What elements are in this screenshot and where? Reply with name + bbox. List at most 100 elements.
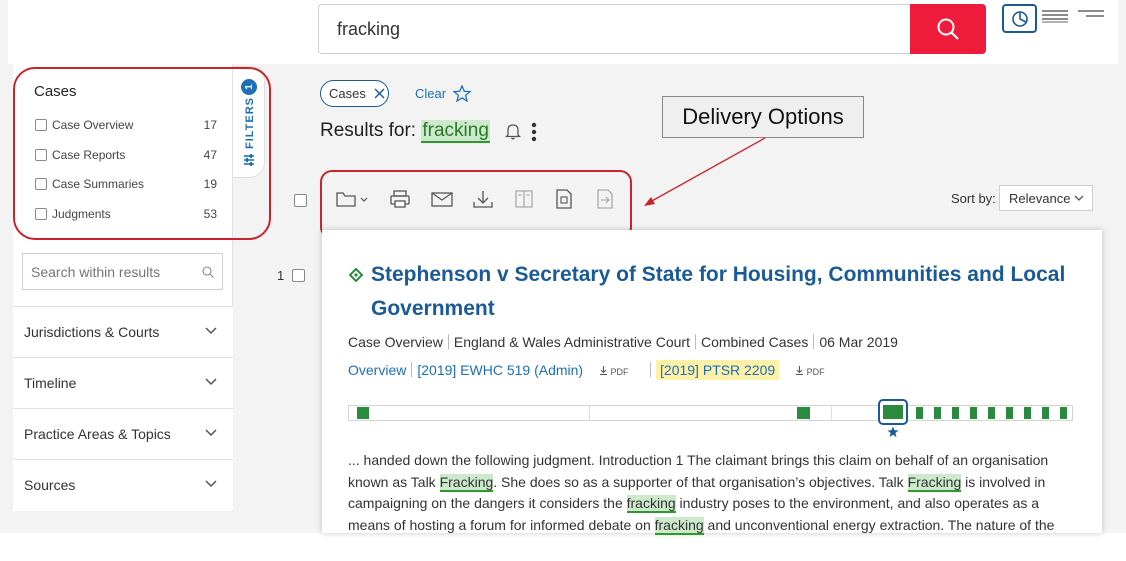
- search-term-highlight: Fracking: [907, 473, 962, 492]
- clear-filters-link[interactable]: Clear: [415, 86, 446, 101]
- cases-facet-title: Cases: [34, 83, 77, 100]
- search-within-field[interactable]: [22, 253, 223, 290]
- search-term-highlight: fracking: [626, 495, 676, 513]
- facet-judgments[interactable]: Judgments 53: [35, 206, 225, 224]
- delivery-toolbar: [333, 184, 623, 214]
- chevron-down-icon: [205, 378, 217, 386]
- search-input[interactable]: [319, 5, 911, 53]
- facet-label: Case Overview: [52, 118, 134, 132]
- timeline-hit[interactable]: [1060, 407, 1067, 419]
- cases-facet-panel: Cases Case Overview 17 Case Reports 47 C…: [13, 64, 233, 239]
- chevron-down-icon: [205, 429, 217, 437]
- facet-label: Case Summaries: [52, 177, 145, 191]
- case-overview-icon: [349, 268, 363, 282]
- facet-case-reports[interactable]: Case Reports 47: [35, 147, 225, 165]
- results-prefix: Results for:: [320, 120, 417, 141]
- filters-count-badge: 1: [241, 79, 257, 95]
- page-scan-icon: [556, 189, 572, 209]
- pdf-label: PDF: [806, 367, 825, 377]
- facet-checkbox[interactable]: [35, 119, 47, 131]
- filter-sidebar: Cases Case Overview 17 Case Reports 47 C…: [13, 64, 265, 511]
- results-term: fracking: [421, 120, 490, 143]
- citation-link-ptsr[interactable]: [2019] PTSR 2209: [656, 360, 780, 380]
- accordion-timeline[interactable]: Timeline: [13, 357, 233, 408]
- accordion-jurisdictions-courts[interactable]: Jurisdictions & Courts: [13, 306, 233, 357]
- page-scan-button[interactable]: [549, 184, 579, 214]
- facet-case-overview[interactable]: Case Overview 17: [35, 117, 225, 135]
- filters-toggle-tab[interactable]: 1 FILTERS: [233, 66, 265, 178]
- accordion-label: Jurisdictions & Courts: [24, 324, 160, 340]
- filter-chip-cases[interactable]: Cases: [320, 80, 389, 107]
- star-icon[interactable]: [453, 85, 471, 102]
- result-title-link[interactable]: Stephenson v Secretary of State for Hous…: [371, 258, 1071, 326]
- facet-checkbox[interactable]: [35, 178, 47, 190]
- chevron-down-icon: [205, 480, 217, 488]
- accordion-sources[interactable]: Sources: [13, 459, 233, 510]
- facet-count: 17: [203, 118, 217, 132]
- timeline-hit[interactable]: [934, 407, 941, 419]
- search-term-highlight: fracking: [654, 516, 704, 535]
- search-icon: [937, 18, 959, 40]
- more-options-icon[interactable]: [531, 122, 537, 142]
- meta-date: 06 Mar 2019: [819, 334, 898, 350]
- download-icon: [473, 191, 493, 208]
- result-snippet: ... handed down the following judgment. …: [348, 450, 1073, 536]
- meta-doc-type: Case Overview: [348, 334, 443, 350]
- citation-link-ewhc[interactable]: [2019] EWHC 519 (Admin): [417, 362, 583, 378]
- search-field[interactable]: [318, 4, 912, 54]
- sliders-icon: [244, 154, 254, 166]
- menu-icon[interactable]: [1042, 9, 1108, 23]
- meta-court: England & Wales Administrative Court: [453, 334, 690, 350]
- timeline-hit[interactable]: [357, 407, 369, 419]
- star-icon: [887, 426, 899, 437]
- accordion-practice-areas-topics[interactable]: Practice Areas & Topics: [13, 408, 233, 459]
- timeline-hit[interactable]: [952, 407, 959, 419]
- download-icon: [599, 366, 607, 375]
- timeline-hit[interactable]: [797, 407, 810, 419]
- email-icon: [431, 192, 453, 207]
- facet-checkbox[interactable]: [35, 208, 47, 220]
- sort-select[interactable]: Relevance: [999, 185, 1093, 211]
- pdf-label: PDF: [610, 367, 629, 377]
- email-button[interactable]: [427, 184, 457, 214]
- search-icon[interactable]: [202, 266, 214, 278]
- search-within-input[interactable]: [23, 254, 193, 289]
- folder-icon: [336, 192, 368, 207]
- book-button[interactable]: [509, 184, 539, 214]
- timeline-hit[interactable]: [988, 407, 995, 419]
- pdf-download-link[interactable]: PDF: [795, 366, 825, 377]
- facet-checkbox[interactable]: [35, 149, 47, 161]
- select-all-checkbox[interactable]: [294, 194, 307, 207]
- chevron-down-icon: [205, 327, 217, 335]
- download-button[interactable]: [468, 184, 498, 214]
- search-button[interactable]: [910, 4, 986, 54]
- timeline-hit[interactable]: [1042, 407, 1049, 419]
- timeline-hit[interactable]: [970, 407, 977, 419]
- pie-chart-icon: [1011, 10, 1028, 27]
- export-button[interactable]: [590, 184, 620, 214]
- result-checkbox[interactable]: [292, 269, 305, 282]
- facet-case-summaries[interactable]: Case Summaries 19: [35, 176, 225, 194]
- folder-button[interactable]: [333, 184, 373, 214]
- close-icon[interactable]: [374, 88, 385, 99]
- timeline-hit[interactable]: [1024, 407, 1031, 419]
- search-term-highlight: Fracking: [439, 473, 494, 492]
- result-meta: Case Overview England & Wales Administrat…: [348, 334, 898, 350]
- facet-count: 47: [203, 148, 217, 162]
- timeline-hit[interactable]: [916, 407, 923, 419]
- print-button[interactable]: [385, 184, 415, 214]
- filters-tab-label: FILTERS: [244, 96, 256, 149]
- hit-timeline[interactable]: [348, 405, 1073, 421]
- pdf-download-link[interactable]: PDF: [599, 366, 631, 377]
- bell-icon[interactable]: [505, 122, 521, 140]
- timeline-hit[interactable]: [1006, 407, 1013, 419]
- overview-link[interactable]: Overview: [348, 362, 406, 378]
- sort-label: Sort by:: [951, 191, 996, 206]
- dashboard-button[interactable]: [1002, 4, 1037, 33]
- sort-value: Relevance: [1009, 190, 1071, 206]
- timeline-current-hit[interactable]: [878, 399, 908, 425]
- snippet-text: . She does so as a supporter of that org…: [493, 473, 908, 490]
- result-card: Stephenson v Secretary of State for Hous…: [322, 230, 1102, 536]
- result-links: Overview [2019] EWHC 519 (Admin) PDF [201…: [348, 360, 839, 380]
- meta-case-kind: Combined Cases: [700, 334, 809, 350]
